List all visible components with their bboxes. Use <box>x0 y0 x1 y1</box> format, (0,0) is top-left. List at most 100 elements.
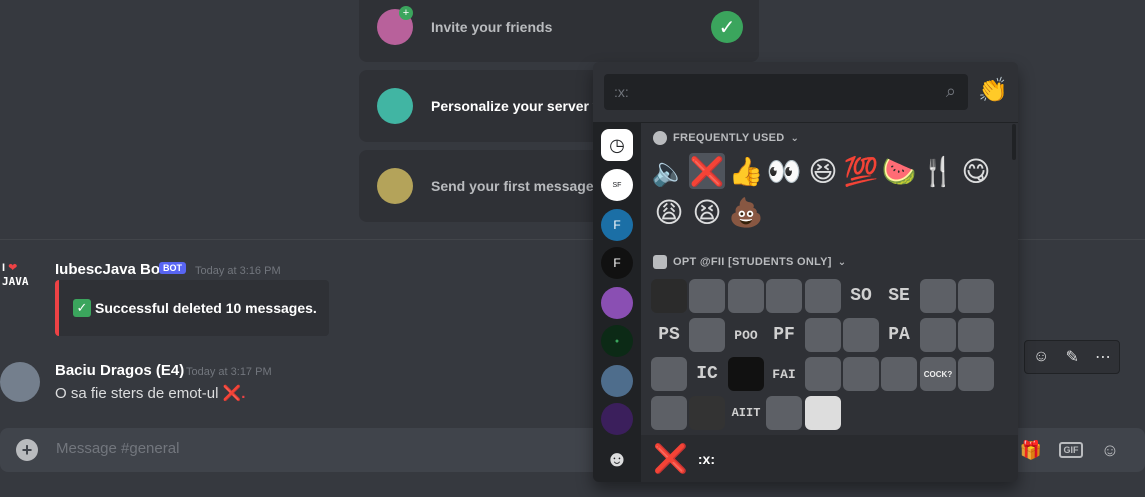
message-action-bar: ☺ ✎ ⋯ <box>1024 340 1120 374</box>
custom-emoji[interactable] <box>805 396 841 430</box>
embed-text: Successful deleted 10 messages. <box>95 300 317 316</box>
custom-emoji-cock[interactable]: COCK? <box>920 357 956 391</box>
custom-emoji[interactable] <box>689 279 725 313</box>
custom-emoji-ps[interactable]: PS <box>651 318 687 352</box>
chevron-down-icon: ⌄ <box>790 132 800 144</box>
custom-emoji[interactable] <box>651 396 687 430</box>
smile-icon[interactable]: ☻ <box>601 443 633 475</box>
onboarding-invite-card[interactable]: + Invite your friends ✓ <box>359 0 759 62</box>
emoji-poop[interactable]: 💩 <box>728 194 764 230</box>
frequently-used-title: FREQUENTLY USED <box>673 132 785 144</box>
bot-avatar[interactable]: I ❤ JAVA <box>2 262 42 302</box>
server-shield-icon[interactable] <box>601 365 633 397</box>
user-timestamp: Today at 3:17 PM <box>186 366 272 378</box>
custom-emoji[interactable] <box>805 279 841 313</box>
recent-clock-icon[interactable]: ◷ <box>601 129 633 161</box>
message-text: O sa fie sters de emot-ul <box>55 385 219 402</box>
emoji-yum[interactable]: 😋 <box>958 153 994 189</box>
message-content: O sa fie sters de emot-ul ❌. <box>55 384 245 402</box>
custom-emoji[interactable] <box>881 357 917 391</box>
emoji-tired[interactable]: 😫 <box>689 194 725 230</box>
invite-friends-icon: + <box>377 6 413 45</box>
emoji-hundred[interactable]: 💯 <box>843 153 879 189</box>
custom-emoji[interactable] <box>805 318 841 352</box>
first-message-icon <box>377 168 413 204</box>
custom-emoji-pf[interactable]: PF <box>766 318 802 352</box>
upload-plus-icon[interactable]: + <box>16 439 38 461</box>
frequently-used-header[interactable]: FREQUENTLY USED ⌄ <box>653 131 799 145</box>
server-green-icon[interactable]: ● <box>601 325 633 357</box>
custom-emoji-fai[interactable]: FAI <box>766 357 802 391</box>
clock-small-icon <box>653 131 667 145</box>
bot-author-name[interactable]: IubescJava Bot <box>55 261 165 278</box>
personalize-server-icon <box>377 88 413 124</box>
add-reaction-icon[interactable]: ☺ <box>1033 348 1049 366</box>
custom-emoji[interactable] <box>728 279 764 313</box>
custom-emoji[interactable] <box>843 357 879 391</box>
gif-button[interactable]: GIF <box>1059 442 1083 458</box>
custom-emoji-ic[interactable]: IC <box>689 357 725 391</box>
emoji-x[interactable]: ❌ <box>689 153 725 189</box>
custom-emoji-so[interactable]: SO <box>843 279 879 313</box>
user-avatar[interactable] <box>0 362 40 402</box>
emoji-thumbs-up[interactable]: 👍 <box>728 153 764 189</box>
custom-emoji[interactable] <box>766 396 802 430</box>
custom-emoji-se[interactable]: SE <box>881 279 917 313</box>
server-fii-2020-icon[interactable]: F <box>601 247 633 279</box>
server-small-icon <box>653 255 667 269</box>
custom-emoji-batman[interactable] <box>728 357 764 391</box>
custom-emoji[interactable] <box>920 318 956 352</box>
user-author-name[interactable]: Baciu Dragos (E4) <box>55 362 184 379</box>
x-emoji-icon: ❌. <box>222 385 246 402</box>
emoji-search-input[interactable]: :x: ⌕ <box>604 74 968 110</box>
picker-scrollbar[interactable] <box>1012 124 1016 160</box>
emoji-eyes[interactable]: 👀 <box>766 153 802 189</box>
invite-complete-check-icon: ✓ <box>711 11 743 43</box>
server-lol-icon[interactable] <box>601 287 633 319</box>
more-options-icon[interactable]: ⋯ <box>1095 347 1111 367</box>
preview-emoji: ❌ <box>653 443 688 474</box>
edit-pencil-icon[interactable]: ✎ <box>1065 347 1078 367</box>
emoji-button-icon[interactable]: ☺ <box>1099 439 1121 461</box>
custom-emoji[interactable] <box>689 396 725 430</box>
custom-emoji-pa[interactable]: PA <box>881 318 917 352</box>
custom-emoji[interactable] <box>958 318 994 352</box>
chevron-down-icon: ⌄ <box>837 256 847 268</box>
custom-emoji[interactable] <box>805 357 841 391</box>
emoji-grid: FREQUENTLY USED ⌄ 🔈 ❌ 👍 👀 😆 💯 🍉 🍴 😋 😩 😫 … <box>641 123 1018 435</box>
custom-emoji[interactable] <box>843 318 879 352</box>
emoji-search-value: :x: <box>614 84 629 100</box>
server-emoji-header[interactable]: OPT @FII [STUDENTS ONLY] ⌄ <box>653 255 846 269</box>
emoji-fork-knife[interactable]: 🍴 <box>920 153 956 189</box>
server-section-title: OPT @FII [STUDENTS ONLY] <box>673 256 832 268</box>
server-fii-icon[interactable]: F <box>601 209 633 241</box>
preview-emoji-name: :x: <box>697 450 715 467</box>
custom-emoji[interactable] <box>766 279 802 313</box>
emoji-picker: :x: ⌕ 👏 ◷ SF F F ● ☻ FREQUENTLY USED ⌄ 🔈… <box>593 62 1018 482</box>
custom-emoji[interactable] <box>689 318 725 352</box>
emoji-preview-bar: ❌ :x: <box>641 435 1018 482</box>
first-message-label: Send your first message <box>431 178 594 194</box>
message-input[interactable]: Message #general <box>56 440 179 457</box>
diversity-selector-icon[interactable]: 👏 <box>978 76 1008 105</box>
custom-emoji[interactable] <box>651 279 687 313</box>
bot-timestamp: Today at 3:16 PM <box>195 265 281 277</box>
custom-emoji[interactable] <box>651 357 687 391</box>
custom-emoji[interactable] <box>958 279 994 313</box>
custom-emoji-poo[interactable]: POO <box>728 318 764 352</box>
gift-icon[interactable]: 🎁 <box>1020 439 1042 461</box>
emoji-weary[interactable]: 😩 <box>651 194 687 230</box>
emoji-laughing[interactable]: 😆 <box>805 153 841 189</box>
server-sf-icon[interactable]: SF <box>601 169 633 201</box>
custom-emoji[interactable] <box>958 357 994 391</box>
bot-embed: ✓ Successful deleted 10 messages. <box>55 280 329 336</box>
emoji-category-rail: ◷ SF F F ● ☻ <box>593 123 641 482</box>
bot-badge: BOT <box>159 262 186 274</box>
custom-emoji-aiit[interactable]: AIIT <box>728 396 764 430</box>
check-mark-icon: ✓ <box>73 299 91 317</box>
emoji-speaker[interactable]: 🔈 <box>651 153 687 189</box>
search-icon: ⌕ <box>945 81 956 101</box>
emoji-watermelon[interactable]: 🍉 <box>881 153 917 189</box>
custom-emoji[interactable] <box>920 279 956 313</box>
server-purple-icon[interactable] <box>601 403 633 435</box>
